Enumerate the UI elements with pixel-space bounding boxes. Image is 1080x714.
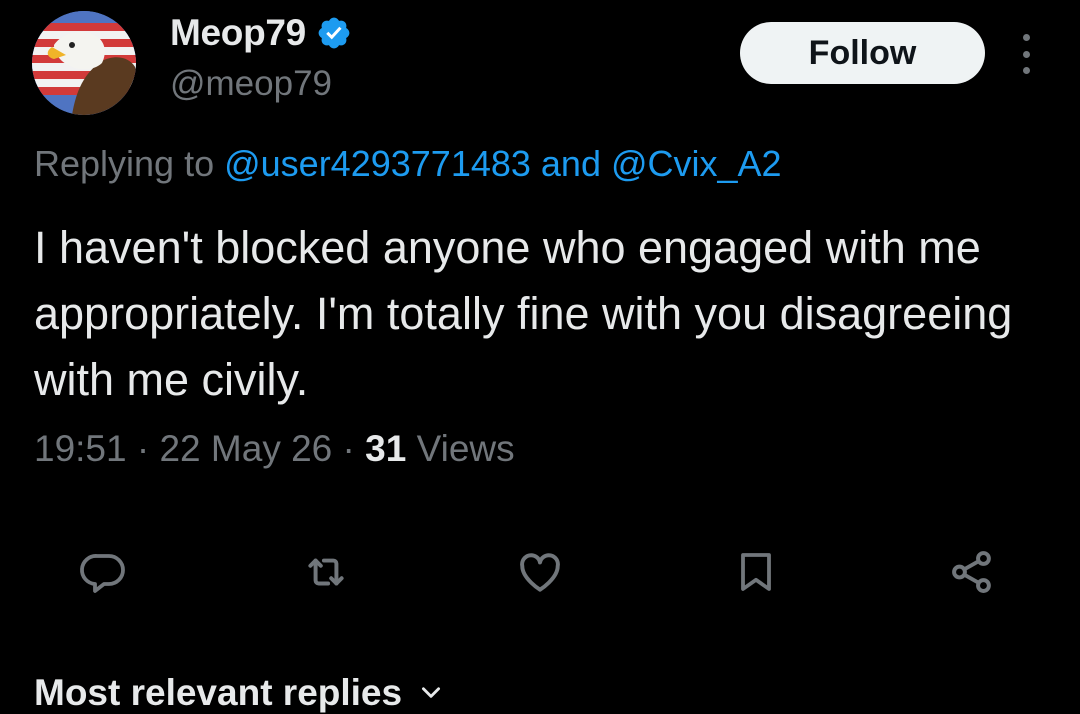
- follow-button[interactable]: Follow: [740, 22, 985, 84]
- eagle-flag-avatar-image: [32, 11, 136, 115]
- meta-separator: ·: [332, 428, 366, 469]
- bookmark-icon[interactable]: [724, 540, 788, 604]
- like-icon[interactable]: [508, 540, 572, 604]
- replies-sort-dropdown[interactable]: Most relevant replies: [34, 672, 444, 714]
- more-options-icon[interactable]: [1010, 34, 1042, 74]
- avatar[interactable]: [32, 11, 136, 115]
- reply-context: Replying to @user4293771483 and @Cvix_A2: [34, 143, 782, 185]
- reply-icon[interactable]: [71, 540, 135, 604]
- mention-link-user4293771483[interactable]: @user4293771483: [224, 143, 531, 184]
- tweet-date[interactable]: 22 May 26: [159, 428, 332, 469]
- share-icon[interactable]: [940, 540, 1004, 604]
- reply-connector: and: [530, 143, 611, 184]
- action-bar: [0, 540, 1080, 604]
- author-handle[interactable]: @meop79: [170, 64, 332, 104]
- views-count: 31: [365, 428, 407, 469]
- mention-link-cvix-a2[interactable]: @Cvix_A2: [611, 143, 782, 184]
- tweet-text: I haven't blocked anyone who engaged wit…: [34, 222, 1013, 405]
- retweet-icon[interactable]: [294, 540, 358, 604]
- author-display-name[interactable]: Meop79: [170, 12, 306, 54]
- tweet-time[interactable]: 19:51: [34, 428, 127, 469]
- replies-sort-label: Most relevant replies: [34, 672, 403, 713]
- meta-separator: ·: [126, 428, 160, 469]
- views-label: Views: [406, 428, 515, 469]
- verified-badge-icon: [316, 15, 352, 51]
- chevron-down-icon: [418, 672, 444, 714]
- reply-prefix: Replying to: [34, 143, 225, 184]
- author-name-row: Meop79: [170, 12, 352, 54]
- tweet-meta: 19:51 · 22 May 26 · 31 Views: [34, 428, 515, 470]
